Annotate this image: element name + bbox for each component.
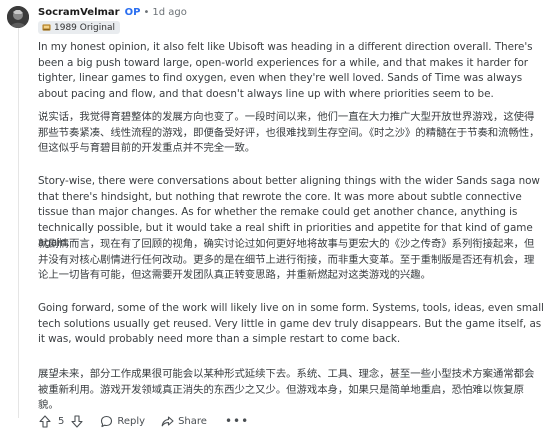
- game-cartridge-icon: [42, 24, 51, 31]
- comment-thread: SocramVelmar OP • 1d ago 1989 Original I…: [0, 0, 550, 442]
- downvote-icon: [71, 414, 83, 428]
- comment-paragraph: 说实话，我觉得育碧整体的发展方向也变了。一段时间以来，他们一直在大力推广大型开放…: [38, 111, 540, 155]
- vote-score: 5: [58, 415, 65, 427]
- upvote-icon: [39, 414, 51, 428]
- avatar[interactable]: [7, 6, 29, 28]
- comment-timestamp[interactable]: 1d ago: [152, 7, 186, 18]
- meta-separator: •: [143, 6, 150, 18]
- more-options-button[interactable]: •••: [225, 415, 249, 427]
- downvote-button[interactable]: [70, 414, 84, 428]
- comment-paragraph: 就剧情而言，现在有了回顾的视角，确实讨论过如何更好地将故事与更宏大的《沙之传奇》…: [38, 238, 535, 282]
- comment-paragraph: Going forward, some of the work will lik…: [38, 302, 544, 346]
- reply-button[interactable]: Reply: [100, 415, 145, 428]
- thread-line[interactable]: [18, 28, 19, 418]
- upvote-button[interactable]: [38, 414, 52, 428]
- op-badge: OP: [124, 6, 141, 18]
- comment-action-bar: 5 Reply Share •••: [38, 412, 249, 430]
- flair-label: 1989 Original: [54, 22, 115, 33]
- comment-bubble-icon: [101, 415, 113, 427]
- comment-paragraph: In my honest opinion, it also felt like …: [38, 41, 533, 100]
- share-button[interactable]: Share: [161, 415, 207, 428]
- user-flair: 1989 Original: [38, 21, 120, 34]
- share-label: Share: [178, 415, 207, 427]
- vote-group: 5: [38, 414, 84, 428]
- comment-header: SocramVelmar OP • 1d ago: [38, 5, 187, 19]
- share-arrow-icon: [161, 415, 174, 426]
- username-link[interactable]: SocramVelmar: [38, 7, 120, 18]
- avatar-image: [7, 6, 29, 28]
- reply-label: Reply: [117, 415, 146, 427]
- comment-paragraph: 展望未来，部分工作成果很可能会以某种形式延续下去。系统、工具、理念，甚至一些小型…: [38, 368, 535, 412]
